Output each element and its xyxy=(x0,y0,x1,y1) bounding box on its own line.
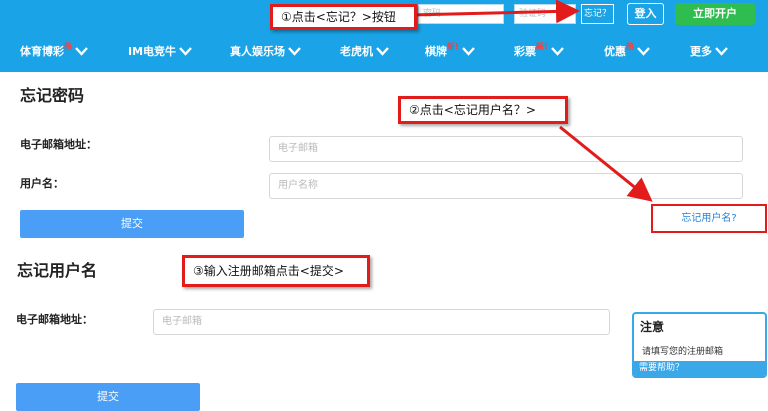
email-field[interactable]: 电子邮箱 xyxy=(153,309,610,335)
nav-item-live-casino[interactable]: 真人娱乐场 xyxy=(230,43,301,59)
username-field[interactable]: 用户名称 xyxy=(269,173,743,199)
notice-title: 注意 xyxy=(640,320,665,334)
annotation-step-3: ③输入注册邮箱点击<提交> xyxy=(182,255,370,287)
hot-badge: 热 xyxy=(64,42,72,51)
nav-item-lottery[interactable]: 彩票新! xyxy=(514,42,564,59)
nav-item-promotions[interactable]: 优惠热 xyxy=(604,42,650,59)
chevron-down-icon xyxy=(179,46,192,59)
chevron-down-icon xyxy=(461,46,475,59)
nav-item-label: 棋牌 xyxy=(425,45,447,58)
nav-item-chess[interactable]: 棋牌新! xyxy=(425,42,475,59)
notice-panel: 注意 请填写您的注册邮箱 需要帮助？ xyxy=(632,312,767,378)
forgot-password-title: 忘记密码 xyxy=(20,86,85,105)
nav-item-label: IM电竞牛 xyxy=(128,45,177,58)
forgot-link[interactable]: 忘记？ xyxy=(581,4,614,24)
page: 密码 验证码 忘记？ 登入 立即开户 体育博彩热 IM电竞牛 真人娱乐场 老虎机… xyxy=(0,0,768,411)
nav-item-slots[interactable]: 老虎机 xyxy=(340,43,389,59)
login-button[interactable]: 登入 xyxy=(627,3,664,25)
help-link[interactable]: 需要帮助？ xyxy=(634,361,765,376)
annotation-step-2: ②点击<忘记用户名？> xyxy=(398,96,568,124)
hot-badge: 热 xyxy=(626,42,634,51)
forgot-username-submit-button[interactable]: 提交 xyxy=(16,383,200,411)
password-input[interactable]: 密码 xyxy=(418,4,504,24)
forgot-username-link[interactable]: 忘记用户名? xyxy=(651,204,767,233)
nav-item-label: 更多 xyxy=(690,45,712,58)
nav-item-label: 彩票 xyxy=(514,45,536,58)
register-button[interactable]: 立即开户 xyxy=(675,3,755,25)
chevron-down-icon xyxy=(550,46,564,59)
chevron-down-icon xyxy=(715,46,728,59)
chevron-down-icon xyxy=(75,46,88,59)
new-badge: 新! xyxy=(447,42,459,51)
email-label: 电子邮箱地址： xyxy=(20,138,97,151)
nav-item-sports[interactable]: 体育博彩热 xyxy=(20,42,88,59)
chevron-down-icon xyxy=(376,46,389,59)
notice-body: 请填写您的注册邮箱 xyxy=(642,347,724,357)
new-badge: 新! xyxy=(536,42,548,51)
nav-item-label: 真人娱乐场 xyxy=(230,45,285,58)
email-field[interactable]: 电子邮箱 xyxy=(269,136,743,162)
nav-item-label: 老虎机 xyxy=(340,45,373,58)
forgot-password-submit-button[interactable]: 提交 xyxy=(20,210,244,238)
username-label: 用户名： xyxy=(20,177,64,190)
captcha-input[interactable]: 验证码 xyxy=(514,4,576,24)
nav-item-label: 体育博彩 xyxy=(20,45,64,58)
email-label: 电子邮箱地址： xyxy=(16,313,93,326)
annotation-step-1: ①点击<忘记？>按钮 xyxy=(270,4,417,30)
nav-item-label: 优惠 xyxy=(604,45,626,58)
chevron-down-icon xyxy=(288,46,301,59)
nav-item-more[interactable]: 更多 xyxy=(690,43,728,59)
chevron-down-icon xyxy=(637,46,650,59)
nav-item-esports[interactable]: IM电竞牛 xyxy=(128,43,192,59)
forgot-username-title: 忘记用户名 xyxy=(17,261,98,280)
main-nav: 体育博彩热 IM电竞牛 真人娱乐场 老虎机 棋牌新! 彩票新! 优惠热 更多 xyxy=(0,32,768,72)
